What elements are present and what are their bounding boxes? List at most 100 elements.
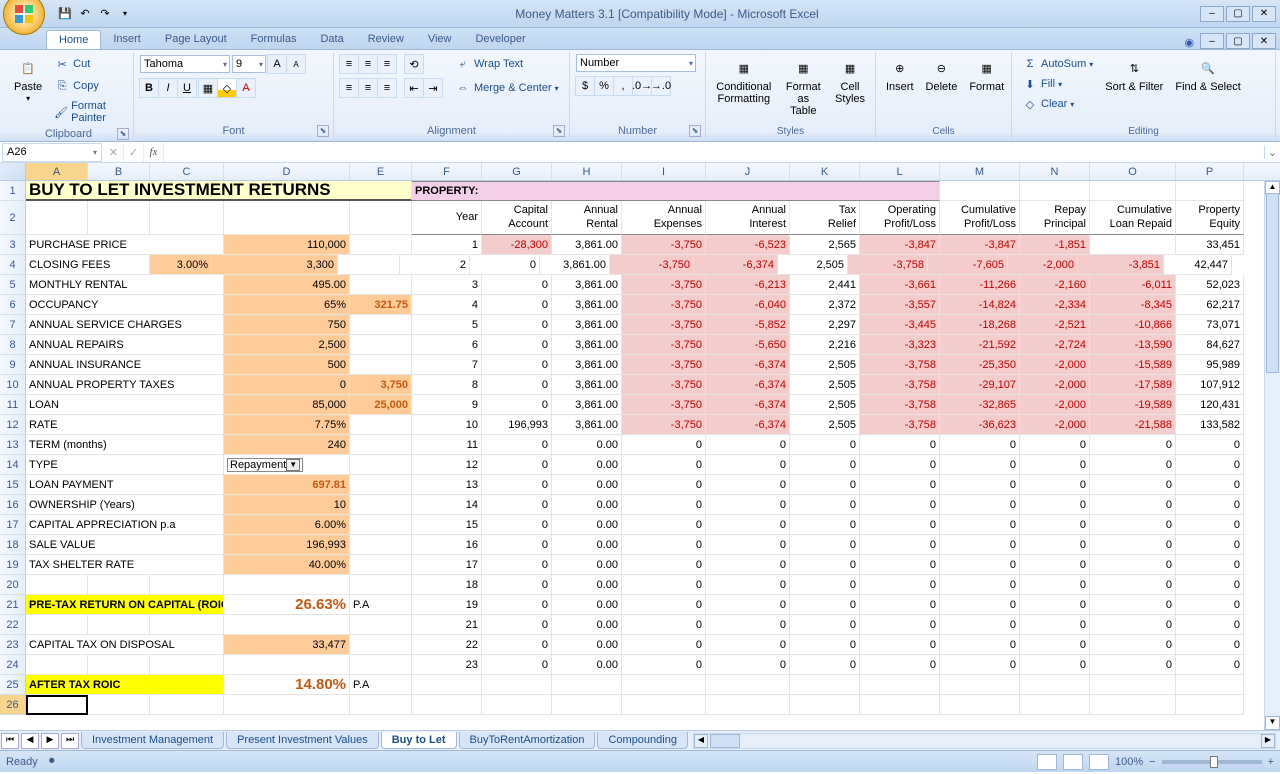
cell-F3[interactable]: 1 bbox=[412, 235, 482, 255]
wrap-text-button[interactable]: ⤶Wrap Text bbox=[451, 54, 563, 74]
cell-O7[interactable]: -10,866 bbox=[1090, 315, 1176, 335]
paste-button[interactable]: 📋 Paste ▾ bbox=[10, 54, 46, 105]
cell-N10[interactable]: -2,000 bbox=[1020, 375, 1090, 395]
cell-I4[interactable]: -3,750 bbox=[610, 255, 694, 275]
cell-P19[interactable]: 0 bbox=[1176, 555, 1244, 575]
cell-K8[interactable]: 2,216 bbox=[790, 335, 860, 355]
autosum-button[interactable]: ΣAutoSum ▾ bbox=[1018, 54, 1097, 74]
cell-D12[interactable]: 7.75% bbox=[224, 415, 350, 435]
cell-L12[interactable]: -3,758 bbox=[860, 415, 940, 435]
cell-P10[interactable]: 107,912 bbox=[1176, 375, 1244, 395]
doc-close-button[interactable]: ✕ bbox=[1252, 33, 1276, 49]
cell-A17[interactable]: CAPITAL APPRECIATION p.a bbox=[26, 515, 224, 535]
zoom-level[interactable]: 100% bbox=[1115, 756, 1143, 768]
tab-page-layout[interactable]: Page Layout bbox=[153, 30, 239, 49]
cell-C20[interactable] bbox=[150, 575, 224, 595]
cell-P24[interactable]: 0 bbox=[1176, 655, 1244, 675]
cell-L19[interactable]: 0 bbox=[860, 555, 940, 575]
row-header-23[interactable]: 23 bbox=[0, 635, 26, 655]
row-header-11[interactable]: 11 bbox=[0, 395, 26, 415]
cell-E15[interactable] bbox=[350, 475, 412, 495]
cell-H9[interactable]: 3,861.00 bbox=[552, 355, 622, 375]
cell-G8[interactable]: 0 bbox=[482, 335, 552, 355]
row-header-1[interactable]: 1 bbox=[0, 181, 26, 201]
cell-D16[interactable]: 10 bbox=[224, 495, 350, 515]
cell-M21[interactable]: 0 bbox=[940, 595, 1020, 615]
cell-N2[interactable]: RepayPrincipal bbox=[1020, 201, 1090, 235]
format-as-table-button[interactable]: ▦Format as Table bbox=[780, 54, 827, 119]
cell-M8[interactable]: -21,592 bbox=[940, 335, 1020, 355]
cell-E24[interactable] bbox=[350, 655, 412, 675]
cell-I6[interactable]: -3,750 bbox=[622, 295, 706, 315]
cell-E16[interactable] bbox=[350, 495, 412, 515]
cell-A8[interactable]: ANNUAL REPAIRS bbox=[26, 335, 224, 355]
cell-D3[interactable]: 110,000 bbox=[224, 235, 350, 255]
row-header-14[interactable]: 14 bbox=[0, 455, 26, 475]
cell-P4[interactable]: 42,447 bbox=[1164, 255, 1232, 275]
hscroll-thumb[interactable] bbox=[710, 734, 740, 748]
cell-E18[interactable] bbox=[350, 535, 412, 555]
cell-I22[interactable]: 0 bbox=[622, 615, 706, 635]
cell-P12[interactable]: 133,582 bbox=[1176, 415, 1244, 435]
cell-E25[interactable]: P.A bbox=[350, 675, 412, 695]
fx-icon[interactable]: fx bbox=[144, 143, 164, 162]
cell-F26[interactable] bbox=[412, 695, 482, 715]
cell-P25[interactable] bbox=[1176, 675, 1244, 695]
indent-increase-icon[interactable]: ⇥ bbox=[423, 78, 443, 98]
cell-L7[interactable]: -3,445 bbox=[860, 315, 940, 335]
cell-H25[interactable] bbox=[552, 675, 622, 695]
copy-button[interactable]: ⎘Copy bbox=[50, 76, 127, 96]
cell-A9[interactable]: ANNUAL INSURANCE bbox=[26, 355, 224, 375]
col-header-H[interactable]: H bbox=[552, 163, 622, 180]
select-all-corner[interactable] bbox=[0, 163, 26, 180]
cell-I19[interactable]: 0 bbox=[622, 555, 706, 575]
row-header-8[interactable]: 8 bbox=[0, 335, 26, 355]
cell-B26[interactable] bbox=[88, 695, 150, 715]
cell-O4[interactable]: -3,851 bbox=[1078, 255, 1164, 275]
cell-F21[interactable]: 19 bbox=[412, 595, 482, 615]
tab-developer[interactable]: Developer bbox=[463, 30, 537, 49]
col-header-L[interactable]: L bbox=[860, 163, 940, 180]
cell-E19[interactable] bbox=[350, 555, 412, 575]
cell-F1[interactable]: PROPERTY: bbox=[412, 181, 940, 201]
cell-B20[interactable] bbox=[88, 575, 150, 595]
cell-O15[interactable]: 0 bbox=[1090, 475, 1176, 495]
cell-D25[interactable]: 14.80% bbox=[224, 675, 350, 695]
cell-G26[interactable] bbox=[482, 695, 552, 715]
row-header-7[interactable]: 7 bbox=[0, 315, 26, 335]
cell-E3[interactable] bbox=[350, 235, 412, 255]
cell-I16[interactable]: 0 bbox=[622, 495, 706, 515]
name-box[interactable]: A26 bbox=[2, 143, 102, 162]
col-header-F[interactable]: F bbox=[412, 163, 482, 180]
cell-D14[interactable]: Repayment▼ bbox=[224, 455, 350, 475]
cell-F20[interactable]: 18 bbox=[412, 575, 482, 595]
cell-F22[interactable]: 21 bbox=[412, 615, 482, 635]
cell-O5[interactable]: -6,011 bbox=[1090, 275, 1176, 295]
scroll-down-icon[interactable]: ▼ bbox=[1265, 716, 1280, 730]
cell-E22[interactable] bbox=[350, 615, 412, 635]
cell-C2[interactable] bbox=[150, 201, 224, 235]
number-launcher[interactable]: ⬊ bbox=[689, 125, 701, 137]
cell-J13[interactable]: 0 bbox=[706, 435, 790, 455]
cell-H8[interactable]: 3,861.00 bbox=[552, 335, 622, 355]
vertical-scrollbar[interactable]: ▲ ▼ bbox=[1264, 181, 1280, 730]
cell-D9[interactable]: 500 bbox=[224, 355, 350, 375]
first-sheet-icon[interactable]: ⏮ bbox=[1, 733, 19, 749]
zoom-in-icon[interactable]: + bbox=[1268, 756, 1274, 768]
cell-O25[interactable] bbox=[1090, 675, 1176, 695]
cell-P23[interactable]: 0 bbox=[1176, 635, 1244, 655]
cell-P15[interactable]: 0 bbox=[1176, 475, 1244, 495]
cell-J14[interactable]: 0 bbox=[706, 455, 790, 475]
row-header-4[interactable]: 4 bbox=[0, 255, 26, 275]
prev-sheet-icon[interactable]: ◀ bbox=[21, 733, 39, 749]
scroll-right-icon[interactable]: ▶ bbox=[1261, 734, 1275, 748]
cell-I24[interactable]: 0 bbox=[622, 655, 706, 675]
cell-E11[interactable]: 25,000 bbox=[350, 395, 412, 415]
cell-O22[interactable]: 0 bbox=[1090, 615, 1176, 635]
cell-A12[interactable]: RATE bbox=[26, 415, 224, 435]
cell-L14[interactable]: 0 bbox=[860, 455, 940, 475]
normal-view-icon[interactable] bbox=[1037, 754, 1057, 770]
increase-font-icon[interactable]: A bbox=[267, 54, 287, 74]
increase-decimal-icon[interactable]: .0→ bbox=[632, 76, 652, 96]
cell-O18[interactable]: 0 bbox=[1090, 535, 1176, 555]
